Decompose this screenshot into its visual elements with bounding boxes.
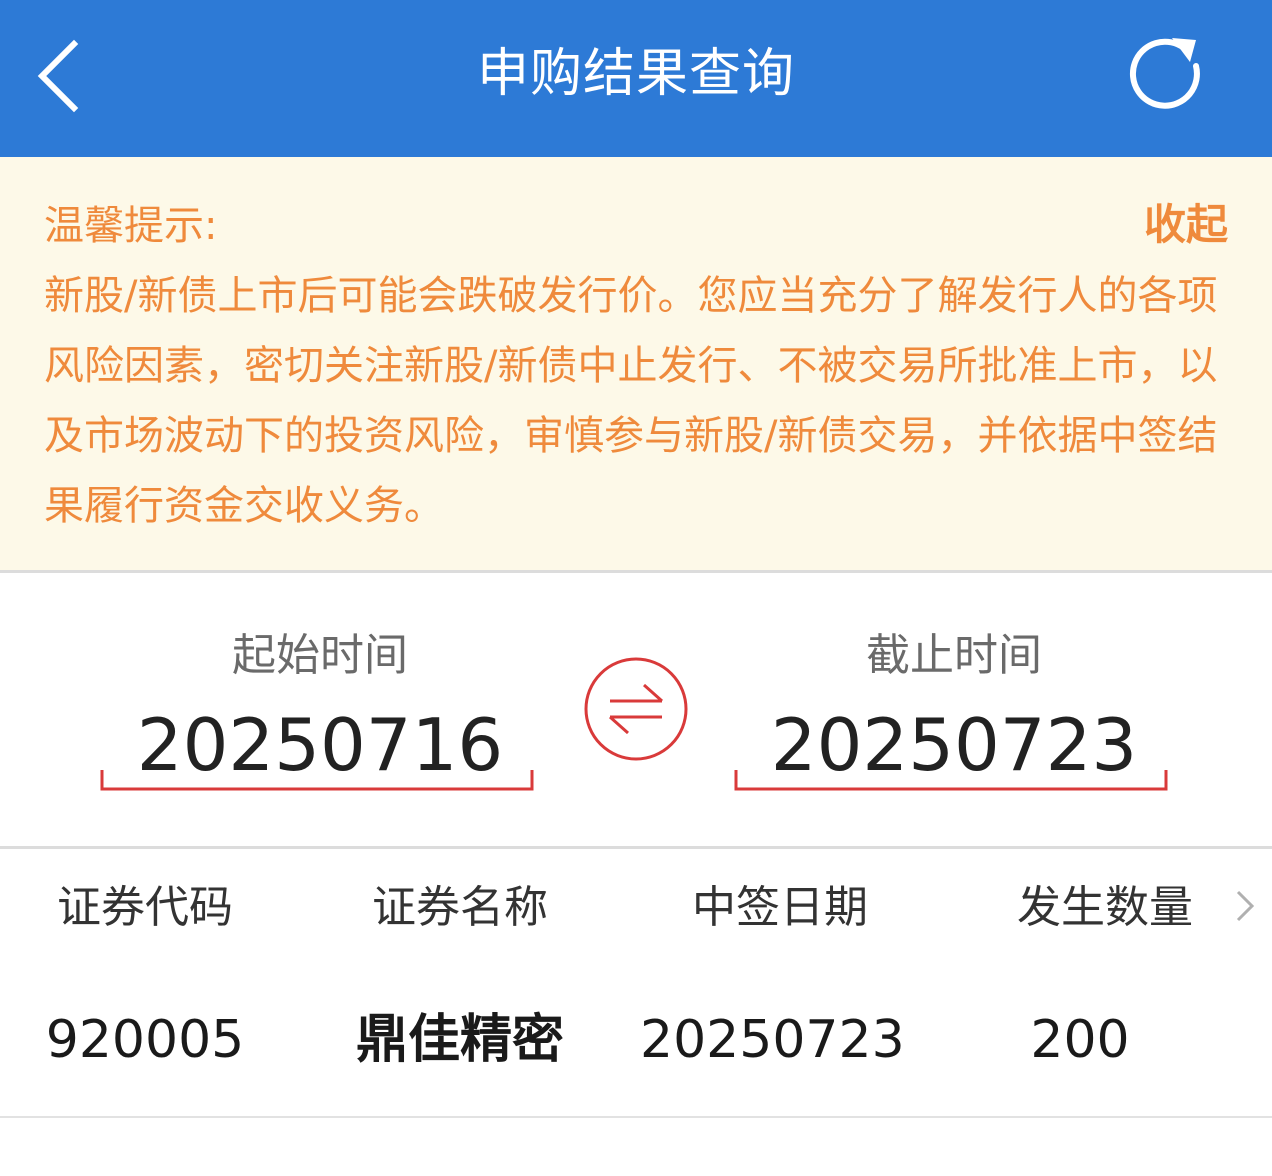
divider	[0, 570, 1272, 573]
notice-body: 新股/新债上市后可能会跌破发行价。您应当充分了解发行人的各项风险因素，密切关注新…	[44, 273, 1218, 529]
column-header-quantity: 发生数量	[1017, 882, 1193, 933]
more-columns-button[interactable]	[1226, 884, 1262, 928]
start-date-underline	[100, 770, 534, 791]
page-title: 申购结果查询	[476, 44, 795, 104]
end-date-picker[interactable]: 截止时间 20250723	[734, 620, 1174, 800]
refresh-icon	[1129, 38, 1200, 109]
column-header-code: 证券代码	[57, 882, 233, 933]
end-date-label: 截止时间	[866, 630, 1042, 681]
column-header-date: 中签日期	[692, 882, 868, 933]
divider	[0, 846, 1272, 849]
top-bar: 申购结果查询	[0, 0, 1272, 157]
collapse-button[interactable]: 收起	[1144, 199, 1228, 251]
chevron-right-icon	[1236, 890, 1255, 922]
cell-quantity: 200	[1030, 1010, 1130, 1070]
column-header-name: 证券名称	[372, 882, 548, 933]
swap-arrows-icon	[584, 657, 688, 761]
start-date-picker[interactable]: 起始时间 20250716	[100, 620, 540, 800]
notice-title: 温馨提示:	[44, 203, 218, 249]
refresh-button[interactable]	[1120, 28, 1210, 118]
end-date-underline	[734, 770, 1168, 791]
cell-allotment-date: 20250723	[640, 1010, 905, 1070]
start-date-label: 起始时间	[232, 630, 408, 681]
swap-dates-button[interactable]	[582, 655, 690, 763]
risk-notice: 温馨提示: 收起 新股/新债上市后可能会跌破发行价。您应当充分了解发行人的各项风…	[0, 157, 1272, 570]
cell-security-name: 鼎佳精密	[355, 1010, 564, 1070]
row-divider	[0, 1116, 1272, 1118]
cell-security-code: 920005	[45, 1010, 245, 1070]
